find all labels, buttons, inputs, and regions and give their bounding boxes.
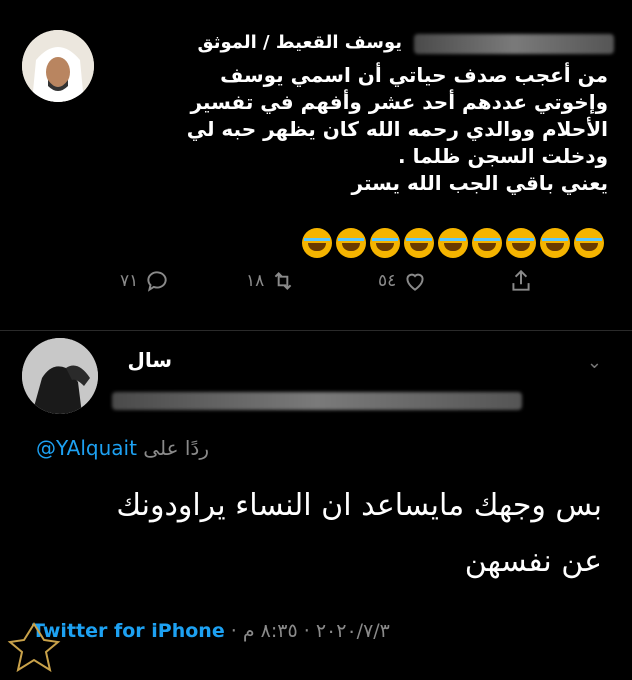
retweet-count: ١٨ (246, 271, 265, 291)
share-action[interactable] (508, 268, 534, 294)
tweet-line: يعني باقي الجب الله يستر (351, 171, 608, 195)
tweet-date: ٢٠٢٠/٧/٣ (315, 620, 390, 642)
tweet-line: من أعجب صدف حياتي أن اسمي يوسف (220, 63, 608, 87)
tweet-author-name[interactable]: يوسف القعيط / الموثق (198, 32, 403, 53)
laughing-crying-emoji-icon (302, 228, 332, 258)
reply-line: بس وجهك مايساعد ان النساء يراودونك (116, 488, 602, 523)
divider (0, 330, 632, 331)
like-count: ٥٤ (378, 271, 397, 291)
like-action[interactable]: ٥٤ (378, 268, 428, 294)
reply-avatar[interactable] (22, 338, 98, 414)
reply-body: بس وجهك مايساعد ان النساء يراودونك عن نف… (42, 478, 602, 590)
laughing-crying-emoji-icon (438, 228, 468, 258)
emoji-row (302, 228, 604, 258)
laughing-crying-emoji-icon (506, 228, 536, 258)
reply-count: ٧١ (120, 271, 139, 291)
chevron-down-icon[interactable]: ⌄ (587, 352, 602, 373)
laughing-crying-emoji-icon (370, 228, 400, 258)
share-icon (512, 269, 530, 291)
heart-icon (406, 273, 424, 291)
logo-icon (7, 622, 61, 673)
tweet-line: وإخوتي عددهم أحد عشر وأفهم في تفسير (190, 90, 608, 114)
blurred-handle (112, 392, 522, 410)
separator-dot: · (303, 620, 310, 642)
retweet-icon (274, 272, 292, 290)
laughing-crying-emoji-icon (574, 228, 604, 258)
laughing-crying-emoji-icon (540, 228, 570, 258)
tweet-metadata: Twitter for iPhone · ٢٠٢٠/٧/٣ · ٨:٣٥ م (32, 620, 390, 642)
laughing-crying-emoji-icon (336, 228, 366, 258)
separator-dot: · (230, 620, 237, 642)
retweet-action[interactable]: ١٨ (246, 268, 296, 294)
tweet-body: من أعجب صدف حياتي أن اسمي يوسف وإخوتي عد… (138, 62, 608, 197)
reply-line: عن نفسهن (464, 544, 602, 579)
reply-action[interactable]: ٧١ (120, 268, 170, 294)
mention-link[interactable]: @YAlquait (36, 436, 137, 460)
replying-to: @YAlquait ردًا على (36, 436, 209, 460)
tweet-line: ودخلت السجن ظلما . (398, 144, 608, 168)
reply-author-name[interactable]: سال (127, 348, 172, 372)
tweet-line: الأحلام ووالدي رحمه الله كان يظهر حبه لي (186, 117, 608, 141)
reply-icon (147, 271, 167, 292)
tweet-time: ٨:٣٥ م (242, 620, 298, 642)
blurred-handle (414, 34, 614, 54)
laughing-crying-emoji-icon (404, 228, 434, 258)
tweet-actions: ٧١ ١٨ ٥٤ (90, 268, 552, 302)
replying-to-label: ردًا على (143, 436, 209, 460)
tweet-avatar[interactable] (22, 30, 94, 102)
laughing-crying-emoji-icon (472, 228, 502, 258)
